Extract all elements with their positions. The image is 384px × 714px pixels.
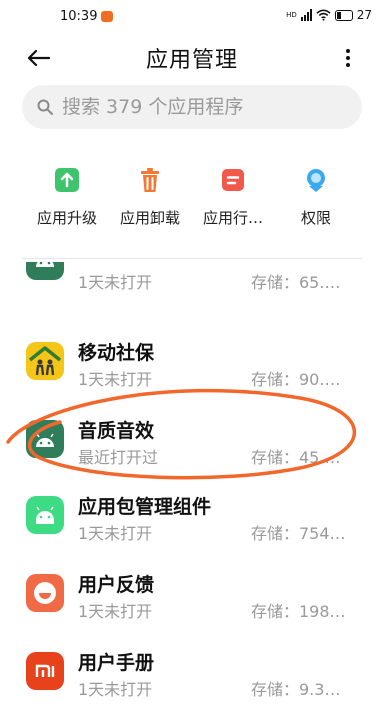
list-item[interactable]: 移动社保 1天未打开 存储：90.… [0,334,384,411]
app-storage: 存储：90.… [251,370,341,389]
hd-badge: HD [286,10,297,19]
app-last-opened: 最近打开过 [78,448,159,467]
more-options-button[interactable] [338,44,358,72]
more-dot [346,63,350,67]
page-title: 应用管理 [145,48,238,73]
status-icons: HD 27 [286,8,372,22]
app-upgrade-action[interactable]: 应用升级 [27,165,107,228]
behavior-icon [222,169,244,191]
mi-logo-icon [26,652,64,690]
permissions-action[interactable]: 权限 [276,165,356,228]
more-dot [346,56,350,60]
app-last-opened: 1天未打开 [78,524,153,543]
android-icon [26,496,64,534]
app-name: 音质音效 [78,420,155,442]
app-last-opened: 1天未打开 [78,680,153,699]
app-name: 应用包管理组件 [78,496,212,518]
list-item[interactable]: 应用包管理组件 1天未打开 存储：754… [0,488,384,565]
app-storage: 存储：65.… [251,273,341,292]
android-icon [26,420,64,458]
search-bar[interactable] [22,85,362,129]
app-list[interactable]: 1天未打开 存储：65.… 移动社保 1天未打开 存储：90.… 音质音效 最近… [0,262,384,714]
app-header: 应用管理 [0,34,384,82]
upgrade-icon [55,168,79,192]
app-storage: 存储：45.… [251,448,341,467]
app-storage: 存储：198… [251,602,346,621]
wifi-icon [316,9,331,21]
search-icon [37,99,53,115]
quick-action-label: 应用行… [202,209,263,227]
quick-action-label: 应用升级 [36,209,97,227]
app-behavior-action[interactable]: 应用行… [193,165,273,228]
app-uninstall-action[interactable]: 应用卸载 [110,165,190,228]
permission-icon [307,169,325,192]
more-dot [346,49,350,53]
app-last-opened: 1天未打开 [78,370,153,389]
android-icon [26,262,64,280]
mi-notification-icon [101,11,113,22]
trash-icon [141,168,159,192]
battery-level: 27 [356,8,372,22]
app-storage: 存储：754… [251,524,346,543]
app-storage: 存储：9.3… [251,680,341,699]
app-name: 移动社保 [78,342,155,364]
quick-action-label: 应用卸载 [119,209,180,227]
search-input[interactable] [62,96,342,118]
list-item[interactable]: 1天未打开 存储：65.… [0,262,384,319]
list-item[interactable]: 音质音效 最近打开过 存储：45.… [0,412,384,489]
list-item[interactable]: 用户手册 1天未打开 存储：9.3… [0,644,384,714]
signal-icon [300,9,312,21]
app-last-opened: 1天未打开 [78,273,153,292]
smile-face-icon [26,574,64,612]
app-last-opened: 1天未打开 [78,602,153,621]
family-house-icon [26,342,64,380]
status-time: 10:39 [60,9,98,24]
battery-icon [334,9,353,21]
app-name: 用户手册 [78,652,155,674]
list-item[interactable]: 用户反馈 1天未打开 存储：198… [0,566,384,643]
app-name: 用户反馈 [78,574,155,596]
status-bar: 10:39 HD 27 [0,0,384,34]
quick-actions: 应用升级 应用卸载 应用行… 权限 [0,165,384,235]
divider [22,258,362,259]
quick-action-label: 权限 [300,209,331,227]
